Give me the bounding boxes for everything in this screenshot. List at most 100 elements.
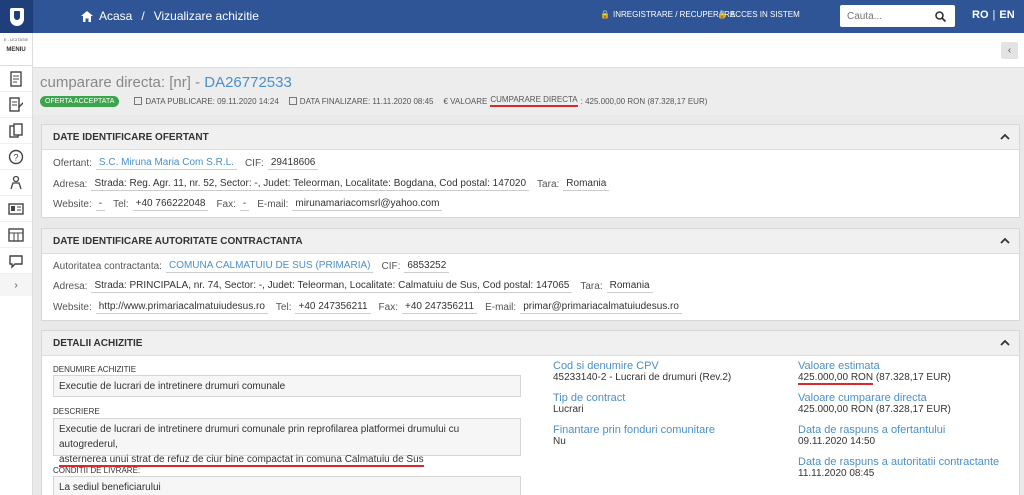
sidebar-item-grid[interactable]: [0, 222, 32, 248]
fin-block: Finantare prin fonduri comunitare Nu: [553, 424, 715, 447]
publish-date-text: DATA PUBLICARE: 09.11.2020 14:24: [145, 96, 279, 106]
val-est-amount: 425.000,00 RON: [798, 372, 874, 385]
form-icon: [9, 96, 23, 112]
tel-value: +40 247356211: [295, 301, 371, 314]
status-badge: OFERTA ACCEPTATA: [40, 95, 120, 107]
autoritate-label: Autoritatea contractanta:: [53, 261, 162, 272]
search-input[interactable]: [840, 6, 930, 26]
autoritate-address-row: Adresa: Strada: PRINCIPALA, nr. 74, Sect…: [53, 280, 661, 293]
cpv-block: Cod si denumire CPV 45233140-2 - Lucrari…: [553, 360, 731, 383]
sidebar-item-tree[interactable]: [0, 170, 32, 196]
sub-toolbar: ‹: [33, 33, 1024, 68]
website-value: -: [95, 198, 106, 211]
autoritate-panel-title: DATE IDENTIFICARE AUTORITATE CONTRACTANT…: [53, 235, 303, 247]
procurement-code-link[interactable]: DA26772533: [204, 74, 292, 91]
raspuns-aut-value: 11.11.2020 08:45: [798, 468, 875, 479]
adresa-label: Adresa:: [53, 281, 88, 292]
search-button[interactable]: [930, 10, 950, 22]
fin-label: Finantare prin fonduri comunitare: [553, 424, 716, 436]
value-type: CUMPARARE DIRECTA: [490, 95, 578, 107]
tree-icon: [10, 175, 22, 189]
ofertant-contact-row: Website: - Tel: +40 766222048 Fax: - E-m…: [53, 198, 450, 211]
copy-icon: [9, 122, 23, 138]
sidebar-expand-button[interactable]: ›: [0, 274, 32, 296]
descriere-value: Executie de lucrari de intretinere drumu…: [53, 418, 521, 467]
val-cump-label: Valoare cumparare directa: [798, 392, 927, 404]
login-label: ACCES IN SISTEM: [729, 10, 800, 19]
ofertant-panel: DATE IDENTIFICARE OFERTANT Ofertant: S.C…: [41, 124, 1020, 218]
sidebar-item-id[interactable]: [0, 196, 32, 222]
raspuns-aut-label: Data de raspuns a autoritatii contractan…: [798, 456, 1000, 468]
adresa-value: Strada: PRINCIPALA, nr. 74, Sector: -, J…: [91, 280, 573, 293]
login-link[interactable]: 🔒 ACCES IN SISTEM: [717, 10, 800, 19]
sidebar-app-label: E - LICITATIE: [3, 37, 29, 42]
language-switcher: RO | EN: [972, 9, 1015, 21]
sidebar-item-documents[interactable]: [0, 66, 32, 92]
ofertant-row: Ofertant: S.C. Miruna Maria Com S.R.L. C…: [53, 157, 326, 170]
breadcrumb-separator: /: [141, 9, 145, 23]
fax-label: Fax:: [216, 199, 236, 210]
val-cump-block: Valoare cumparare directa 425.000,00 RON…: [798, 392, 951, 415]
detalii-panel-header[interactable]: DETALII ACHIZITIE: [42, 331, 1019, 356]
finish-date-text: DATA FINALIZARE: 11.11.2020 08:45: [299, 96, 434, 106]
val-est-eur: (87.328,17 EUR): [873, 372, 951, 383]
lang-separator: |: [992, 9, 996, 21]
search-box: [840, 5, 955, 27]
autoritate-panel-header[interactable]: DATE IDENTIFICARE AUTORITATE CONTRACTANT…: [42, 229, 1019, 254]
procurement-header: cumparare directa: [nr] - DA26772533 OFE…: [33, 68, 1024, 115]
conditii-value: La sediul beneficiarului: [53, 476, 521, 495]
document-icon: [10, 70, 22, 87]
email-label: E-mail:: [485, 302, 517, 313]
shield-logo-icon: [9, 7, 24, 26]
email-value: primar@primariacalmatuiudesus.ro: [520, 301, 682, 314]
sidebar-item-copy[interactable]: [0, 118, 32, 144]
sidebar-item-help[interactable]: ?: [0, 144, 32, 170]
tel-value: +40 766222048: [132, 198, 209, 211]
tel-label: Tel:: [275, 302, 292, 313]
cpv-value: 45233140-2 - Lucrari de drumuri (Rev.2): [553, 372, 732, 383]
finish-date: DATA FINALIZARE: 11.11.2020 08:45: [288, 96, 434, 106]
register-link[interactable]: 🔒 INREGISTRARE / RECUPERARE: [600, 10, 735, 19]
denumire-label: DENUMIRE ACHIZITIE: [53, 365, 137, 374]
logo[interactable]: [0, 0, 33, 33]
ofertant-panel-header[interactable]: DATE IDENTIFICARE OFERTANT: [42, 125, 1019, 150]
fin-value: Nu: [553, 436, 566, 447]
chevron-up-icon[interactable]: [1000, 132, 1010, 142]
chat-icon: [9, 254, 23, 269]
title-prefix: cumparare directa: [nr] -: [40, 74, 205, 91]
chevron-up-icon[interactable]: [1000, 236, 1010, 246]
chevron-up-icon[interactable]: [1000, 338, 1010, 348]
sidebar-item-forms[interactable]: [0, 92, 32, 118]
val-cump-value: 425.000,00 RON (87.328,17 EUR): [798, 404, 951, 415]
collapse-panel-button[interactable]: ‹: [1001, 42, 1018, 59]
val-est-block: Valoare estimata 425.000,00 RON (87.328,…: [798, 360, 951, 385]
breadcrumb-home-link[interactable]: Acasa: [99, 9, 132, 23]
tip-block: Tip de contract Lucrari: [553, 392, 625, 415]
help-icon: ?: [8, 149, 24, 164]
procurement-meta: OFERTA ACCEPTATA DATA PUBLICARE: 09.11.2…: [40, 95, 717, 107]
fax-value: -: [239, 198, 250, 211]
lang-en[interactable]: EN: [999, 9, 1014, 21]
website-label: Website:: [53, 302, 92, 313]
descriere-label: DESCRIERE: [53, 407, 100, 416]
breadcrumb-current: Vizualizare achizitie: [153, 9, 259, 23]
tip-value: Lucrari: [553, 404, 584, 415]
ofertant-name-link[interactable]: S.C. Miruna Maria Com S.R.L.: [95, 157, 237, 170]
lang-ro[interactable]: RO: [972, 9, 989, 21]
cif-value: 29418606: [267, 157, 319, 170]
grid-icon: [8, 227, 24, 242]
autoritate-name-link[interactable]: COMUNA CALMATUIU DE SUS (PRIMARIA): [165, 260, 374, 273]
raspuns-aut-block: Data de raspuns a autoritatii contractan…: [798, 456, 999, 479]
svg-text:?: ?: [13, 152, 18, 162]
tip-label: Tip de contract: [553, 392, 626, 404]
cif-label: CIF:: [244, 158, 264, 169]
value-prefix: € VALOARE: [443, 96, 488, 106]
cif-value: 6853252: [404, 260, 450, 273]
sidebar: E - LICITATIE MENIU ? ›: [0, 33, 33, 495]
detalii-panel: DETALII ACHIZITIE DENUMIRE ACHIZITIE Exe…: [41, 330, 1020, 495]
sidebar-item-chat[interactable]: [0, 248, 32, 274]
email-value: mirunamariacomsrl@yahoo.com: [292, 198, 443, 211]
raspuns-of-value: 09.11.2020 14:50: [798, 436, 876, 447]
sidebar-menu-label: MENIU: [6, 47, 26, 53]
descriere-line-1: Executie de lucrari de intretinere drumu…: [59, 424, 460, 450]
